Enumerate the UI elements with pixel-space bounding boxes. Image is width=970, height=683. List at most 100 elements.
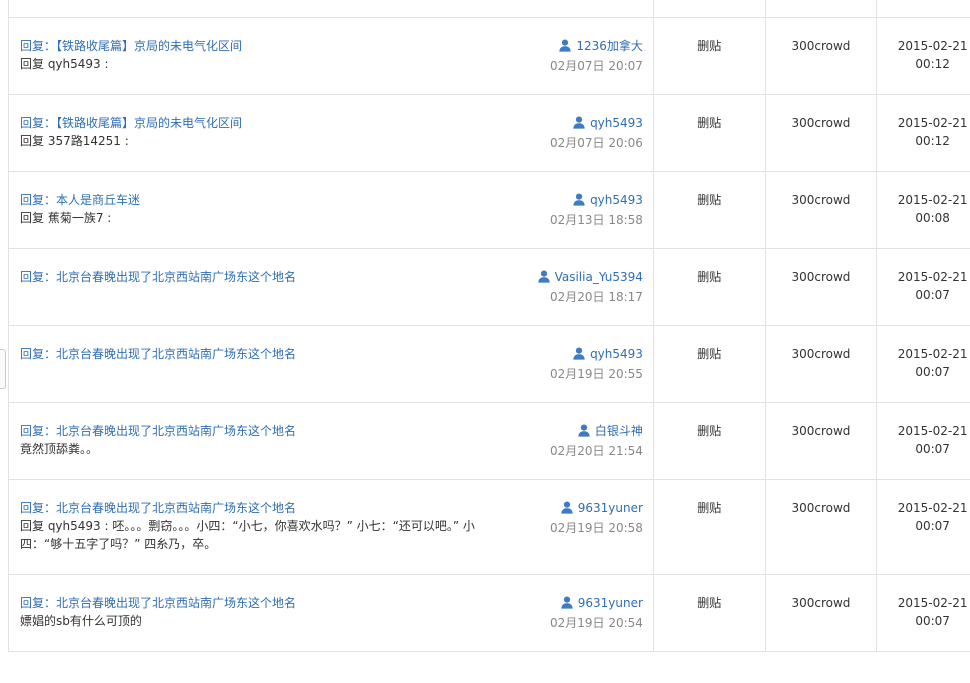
- author-link[interactable]: 1236加拿大: [576, 39, 643, 53]
- author-link[interactable]: qyh5493: [590, 347, 643, 361]
- post-excerpt: 嫖娼的sb有什么可顶的: [20, 614, 142, 628]
- post-meta: 白银斗神 02月20日 21:54: [550, 422, 643, 460]
- author-link[interactable]: 9631yuner: [578, 596, 643, 610]
- post-cell: 回复：北京台春晚出现了北京西站南广场东这个地名 竟然顶舔粪。。 白银斗神 02月…: [8, 402, 654, 480]
- operation-time-cell: 2015-02-21 00:07: [876, 574, 970, 652]
- post-title-link[interactable]: 回复：【铁路收尾篇】京局的未电气化区间: [20, 37, 500, 55]
- post-title-link[interactable]: 回复：北京台春晚出现了北京西站南广场东这个地名: [20, 422, 500, 440]
- post-meta: qyh5493 02月13日 18:58: [550, 191, 643, 229]
- author-link[interactable]: qyh5493: [590, 116, 643, 130]
- post-cell: 回复：【铁路收尾篇】京局的未电气化区间 回复 357路14251 : qyh54…: [8, 94, 654, 172]
- user-icon: [573, 116, 585, 134]
- operator-cell: 300crowd: [765, 402, 878, 480]
- action-cell: 删贴: [653, 171, 766, 249]
- operation-time: 00:07: [915, 442, 950, 456]
- operator-name: 300crowd: [791, 596, 851, 610]
- action-cell: 删贴: [653, 402, 766, 480]
- table-row: 回复：北京台春晚出现了北京西站南广场东这个地名 竟然顶舔粪。。 白银斗神 02月…: [8, 402, 970, 480]
- table-row: 回复：本人是商丘车迷 回复 蕉菊一族7 : qyh5493 02月13日 18:…: [8, 171, 970, 249]
- post-meta: Vasilia_Yu5394 02月20日 18:17: [537, 268, 643, 306]
- side-collapse-tab[interactable]: [0, 349, 6, 389]
- operation-time: 00:07: [915, 288, 950, 302]
- user-icon: [537, 270, 550, 288]
- operator-name: 300crowd: [791, 116, 851, 130]
- operation-time-cell: 2015-02-21 00:12: [876, 17, 970, 95]
- author-link[interactable]: 白银斗神: [595, 424, 643, 438]
- post-excerpt: 回复 蕉菊一族7 :: [20, 211, 112, 225]
- operator-cell: 300crowd: [765, 171, 878, 249]
- operation-time: 00:12: [915, 57, 950, 71]
- post-time: 02月20日 18:17: [550, 290, 643, 304]
- operation-time-cell: 2015-02-21 00:07: [876, 248, 970, 326]
- operation-date: 2015-02-21: [897, 596, 968, 610]
- post-time: 02月19日 20:58: [550, 521, 643, 535]
- post-cell: 回复：北京台春晚出现了北京西站南广场东这个地名 嫖娼的sb有什么可顶的 9631…: [8, 574, 654, 652]
- post-log-body: 回复：【铁路收尾篇】京局的未电气化区间 回复 qyh5493 : 1236加拿大…: [8, 0, 970, 652]
- action-cell: 删贴: [653, 248, 766, 326]
- post-title-link[interactable]: 回复：北京台春晚出现了北京西站南广场东这个地名: [20, 499, 500, 517]
- post-time: 02月19日 20:55: [550, 367, 643, 381]
- operation-time-cell: 2015-02-21 00:07: [876, 479, 970, 575]
- operation-time: 00:12: [915, 134, 950, 148]
- operator-cell: 300crowd: [765, 574, 878, 652]
- action-label: 删贴: [697, 39, 722, 53]
- post-excerpt: 回复 qyh5493 : 呸。。。剽窃。。。小四：“小七，你喜欢水吗？” 小七：…: [20, 519, 475, 551]
- post-cell: 回复：本人是商丘车迷 回复 蕉菊一族7 : qyh5493 02月13日 18:…: [8, 171, 654, 249]
- action-label: 删贴: [697, 596, 722, 610]
- post-title-link[interactable]: 回复：北京台春晚出现了北京西站南广场东这个地名: [20, 345, 500, 363]
- operator-name: 300crowd: [791, 39, 851, 53]
- post-meta: qyh5493 02月19日 20:55: [550, 345, 643, 383]
- post-meta: 9631yuner 02月19日 20:58: [550, 499, 643, 537]
- table-row: 回复：北京台春晚出现了北京西站南广场东这个地名 回复 qyh5493 : 呸。。…: [8, 479, 970, 575]
- operation-date: 2015-02-21: [897, 39, 968, 53]
- operator-name: 300crowd: [791, 347, 851, 361]
- post-time: 02月13日 18:58: [550, 213, 643, 227]
- table-top-row: [8, 0, 970, 18]
- operator-name: 300crowd: [791, 501, 851, 515]
- operation-date: 2015-02-21: [897, 347, 968, 361]
- user-icon: [561, 501, 573, 519]
- author-link[interactable]: qyh5493: [590, 193, 643, 207]
- operation-time-cell: 2015-02-21 00:07: [876, 402, 970, 480]
- action-label: 删贴: [697, 424, 722, 438]
- action-label: 删贴: [697, 501, 722, 515]
- user-icon: [578, 424, 590, 442]
- post-excerpt: 竟然顶舔粪。。: [20, 442, 99, 456]
- operation-time: 00:07: [915, 519, 950, 533]
- table-row: 回复：北京台春晚出现了北京西站南广场东这个地名 qyh5493 02月19日 2…: [8, 325, 970, 403]
- operator-cell: 300crowd: [765, 248, 878, 326]
- table-row: 回复：【铁路收尾篇】京局的未电气化区间 回复 qyh5493 : 1236加拿大…: [8, 17, 970, 95]
- operation-time: 00:08: [915, 211, 950, 225]
- author-link[interactable]: 9631yuner: [578, 501, 643, 515]
- action-label: 删贴: [697, 116, 722, 130]
- action-cell: 删贴: [653, 94, 766, 172]
- post-title-link[interactable]: 回复：【铁路收尾篇】京局的未电气化区间: [20, 114, 500, 132]
- action-label: 删贴: [697, 270, 722, 284]
- post-title-link[interactable]: 回复：本人是商丘车迷: [20, 191, 500, 209]
- table-row: 回复：北京台春晚出现了北京西站南广场东这个地名 Vasilia_Yu5394 0…: [8, 248, 970, 326]
- operation-date: 2015-02-21: [897, 116, 968, 130]
- action-label: 删贴: [697, 193, 722, 207]
- action-cell: 删贴: [653, 17, 766, 95]
- operation-time-cell: 2015-02-21 00:07: [876, 325, 970, 403]
- post-meta: 9631yuner 02月19日 20:54: [550, 594, 643, 632]
- operation-date: 2015-02-21: [897, 424, 968, 438]
- post-title-link[interactable]: 回复：北京台春晚出现了北京西站南广场东这个地名: [20, 268, 500, 286]
- post-time: 02月07日 20:07: [550, 59, 643, 73]
- operation-time: 00:07: [915, 614, 950, 628]
- action-cell: 删贴: [653, 574, 766, 652]
- author-link[interactable]: Vasilia_Yu5394: [555, 270, 643, 284]
- post-excerpt: 回复 357路14251 :: [20, 134, 129, 148]
- post-log-table: 回复：【铁路收尾篇】京局的未电气化区间 回复 qyh5493 : 1236加拿大…: [8, 0, 970, 652]
- operation-time-cell: 2015-02-21 00:08: [876, 171, 970, 249]
- user-icon: [561, 596, 573, 614]
- operator-cell: 300crowd: [765, 479, 878, 575]
- post-time: 02月19日 20:54: [550, 616, 643, 630]
- action-cell: 删贴: [653, 325, 766, 403]
- user-icon: [573, 347, 585, 365]
- operator-cell: 300crowd: [765, 17, 878, 95]
- operation-time-cell: 2015-02-21 00:12: [876, 94, 970, 172]
- table-row: 回复：北京台春晚出现了北京西站南广场东这个地名 嫖娼的sb有什么可顶的 9631…: [8, 574, 970, 652]
- post-title-link[interactable]: 回复：北京台春晚出现了北京西站南广场东这个地名: [20, 594, 500, 612]
- post-meta: qyh5493 02月07日 20:06: [550, 114, 643, 152]
